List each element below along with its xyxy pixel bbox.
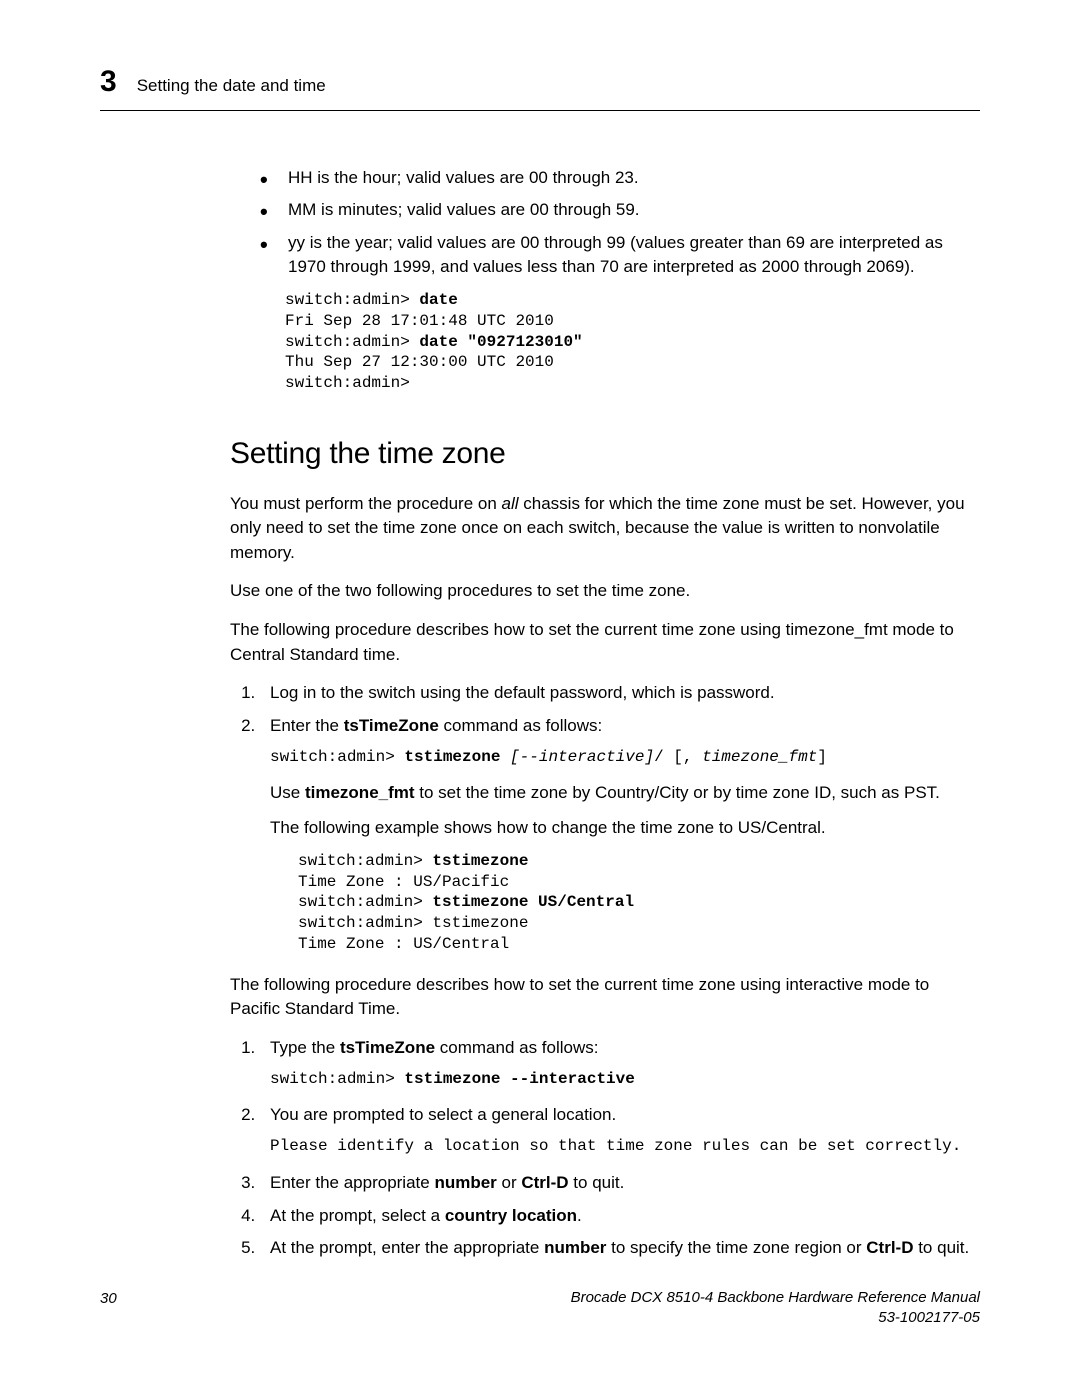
text-run: You are prompted to select a general loc… <box>270 1105 616 1124</box>
code-line: / [, <box>654 748 702 766</box>
code-line: Time Zone : US/Central <box>298 935 509 953</box>
bold-text: timezone_fmt <box>305 783 415 802</box>
bold-text: tsTimeZone <box>344 716 439 735</box>
ordered-steps: Type the tsTimeZone command as follows: … <box>230 1036 980 1261</box>
code-bold: tstimezone <box>404 748 510 766</box>
step-item: Type the tsTimeZone command as follows: … <box>260 1036 980 1089</box>
text-run: command as follows: <box>439 716 602 735</box>
bold-text: Ctrl-D <box>866 1238 913 1257</box>
step-item: Log in to the switch using the default p… <box>260 681 980 706</box>
text-run: to quit. <box>569 1173 625 1192</box>
code-italic: [--interactive] <box>510 748 654 766</box>
bullet-list: HH is the hour; valid values are 00 thro… <box>230 166 980 281</box>
italic-text: all <box>502 494 519 513</box>
chapter-number: 3 <box>100 60 117 104</box>
code-line: switch:admin> <box>298 852 432 870</box>
ordered-steps: Log in to the switch using the default p… <box>230 681 980 954</box>
text-run: At the prompt, enter the appropriate <box>270 1238 544 1257</box>
paragraph: The following procedure describes how to… <box>230 973 980 1022</box>
bold-text: Ctrl-D <box>521 1173 568 1192</box>
step-item: You are prompted to select a general loc… <box>260 1103 980 1156</box>
page-header: 3 Setting the date and time <box>100 60 980 111</box>
code-line: Time Zone : US/Pacific <box>298 873 509 891</box>
page: 3 Setting the date and time HH is the ho… <box>0 0 1080 1397</box>
bullet-item: yy is the year; valid values are 00 thro… <box>260 231 980 280</box>
code-line: switch:admin> tstimezone <box>298 914 528 932</box>
code-line: switch:admin> <box>285 291 419 309</box>
code-bold: date <box>419 291 457 309</box>
text-run: to set the time zone by Country/City or … <box>415 783 940 802</box>
text-run: or <box>497 1173 522 1192</box>
paragraph: The following procedure describes how to… <box>230 618 980 667</box>
doc-number: 53-1002177-05 <box>571 1308 980 1328</box>
text-run: Enter the appropriate <box>270 1173 434 1192</box>
text-run: to quit. <box>913 1238 969 1257</box>
text-run: . <box>577 1206 582 1225</box>
page-number: 30 <box>100 1288 117 1310</box>
step-item: Enter the tsTimeZone command as follows:… <box>260 714 980 955</box>
bold-text: number <box>434 1173 496 1192</box>
code-line: switch:admin> <box>285 374 410 392</box>
text-run: You must perform the procedure on <box>230 494 502 513</box>
code-block: Please identify a location so that time … <box>270 1136 980 1157</box>
section-heading: Setting the time zone <box>230 432 980 476</box>
text-run: command as follows: <box>435 1038 598 1057</box>
bold-text: country location <box>445 1206 577 1225</box>
code-block: switch:admin> date Fri Sep 28 17:01:48 U… <box>285 290 980 394</box>
code-block: switch:admin> tstimezone Time Zone : US/… <box>298 851 980 955</box>
text-run: Enter the <box>270 716 344 735</box>
main-content: HH is the hour; valid values are 00 thro… <box>230 166 980 1261</box>
step-item: At the prompt, select a country location… <box>260 1204 980 1229</box>
code-line: switch:admin> <box>285 333 419 351</box>
text-run: to specify the time zone region or <box>606 1238 866 1257</box>
code-bold: tstimezone --interactive <box>404 1070 634 1088</box>
code-line: Thu Sep 27 12:30:00 UTC 2010 <box>285 353 554 371</box>
text-run: Use <box>270 783 305 802</box>
code-line: switch:admin> <box>270 748 404 766</box>
code-line: Fri Sep 28 17:01:48 UTC 2010 <box>285 312 554 330</box>
code-bold: tstimezone <box>432 852 528 870</box>
paragraph: The following example shows how to chang… <box>270 816 980 841</box>
code-bold: date "0927123010" <box>419 333 582 351</box>
code-block: switch:admin> tstimezone [--interactive]… <box>270 747 980 768</box>
code-bold: tstimezone US/Central <box>432 893 634 911</box>
code-line: switch:admin> <box>298 893 432 911</box>
code-line: ] <box>817 748 827 766</box>
code-block: switch:admin> tstimezone --interactive <box>270 1069 980 1090</box>
page-footer: 30 Brocade DCX 8510-4 Backbone Hardware … <box>100 1288 980 1327</box>
text-run: At the prompt, select a <box>270 1206 445 1225</box>
code-line: switch:admin> <box>270 1070 404 1088</box>
bold-text: number <box>544 1238 606 1257</box>
chapter-title: Setting the date and time <box>137 74 326 99</box>
step-item: Enter the appropriate number or Ctrl-D t… <box>260 1171 980 1196</box>
code-italic: timezone_fmt <box>702 748 817 766</box>
bullet-item: MM is minutes; valid values are 00 throu… <box>260 198 980 223</box>
footer-title-block: Brocade DCX 8510-4 Backbone Hardware Ref… <box>571 1288 980 1327</box>
step-item: At the prompt, enter the appropriate num… <box>260 1236 980 1261</box>
bullet-item: HH is the hour; valid values are 00 thro… <box>260 166 980 191</box>
paragraph: Use timezone_fmt to set the time zone by… <box>270 781 980 806</box>
bold-text: tsTimeZone <box>340 1038 435 1057</box>
text-run: Log in to the switch using the default p… <box>270 683 775 702</box>
manual-title: Brocade DCX 8510-4 Backbone Hardware Ref… <box>571 1288 980 1308</box>
text-run: Type the <box>270 1038 340 1057</box>
paragraph: Use one of the two following procedures … <box>230 579 980 604</box>
paragraph: You must perform the procedure on all ch… <box>230 492 980 566</box>
